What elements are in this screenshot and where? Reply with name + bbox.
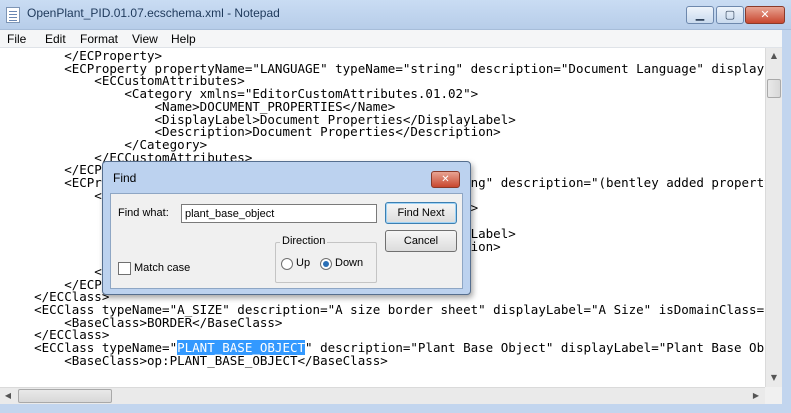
direction-label: Direction [280, 235, 328, 247]
close-button[interactable]: ✕ [745, 6, 785, 24]
direction-up-label[interactable]: Up [296, 257, 310, 269]
scroll-down-arrow-icon[interactable]: ▼ [767, 370, 781, 386]
menu-file[interactable]: File [7, 32, 26, 46]
scroll-up-arrow-icon[interactable]: ▲ [767, 48, 781, 64]
vertical-scroll-thumb[interactable] [767, 79, 781, 98]
minimize-button[interactable]: ▁ [686, 6, 714, 24]
direction-down-radio[interactable] [320, 258, 332, 270]
menu-view[interactable]: View [132, 32, 158, 46]
menu-edit[interactable]: Edit [45, 32, 66, 46]
find-dialog-body: Find what: plant_base_object Find Next C… [110, 193, 463, 289]
direction-down-label[interactable]: Down [335, 257, 363, 269]
title-bar[interactable]: OpenPlant_PID.01.07.ecschema.xml - Notep… [0, 0, 791, 30]
match-case-checkbox[interactable] [118, 262, 131, 275]
menu-help[interactable]: Help [171, 32, 196, 46]
maximize-button[interactable]: ▢ [716, 6, 744, 24]
minimize-icon: ▁ [695, 8, 705, 21]
horizontal-scroll-thumb[interactable] [18, 389, 112, 403]
find-dialog-close-button[interactable]: ✕ [431, 171, 460, 188]
close-icon: ✕ [441, 174, 450, 185]
direction-up-radio[interactable] [281, 258, 293, 270]
window-title: OpenPlant_PID.01.07.ecschema.xml - Notep… [27, 6, 280, 20]
notepad-app-icon[interactable] [6, 7, 20, 23]
menu-format[interactable]: Format [80, 32, 118, 46]
menu-bar: File Edit Format View Help [0, 30, 791, 48]
scroll-left-arrow-icon[interactable]: ◀ [0, 388, 16, 404]
find-what-input[interactable]: plant_base_object [181, 204, 377, 223]
window-border-bottom [0, 404, 791, 413]
window-border-right [782, 30, 791, 413]
find-next-button[interactable]: Find Next [385, 202, 457, 224]
close-icon: ✕ [760, 8, 770, 21]
find-what-label: Find what: [118, 207, 169, 219]
maximize-icon: ▢ [724, 8, 736, 21]
code-line: <BaseClass>op:PLANT_BASE_OBJECT</BaseCla… [4, 352, 388, 368]
horizontal-scrollbar[interactable]: ◀ ▶ [0, 387, 765, 404]
find-dialog: Find ✕ Find what: plant_base_object Find… [102, 161, 471, 295]
match-case-label[interactable]: Match case [134, 262, 190, 274]
scroll-right-arrow-icon[interactable]: ▶ [748, 388, 764, 404]
find-dialog-title: Find [113, 171, 137, 185]
scrollbar-corner [765, 387, 782, 404]
cancel-button[interactable]: Cancel [385, 230, 457, 252]
vertical-scrollbar[interactable]: ▲ ▼ [765, 48, 782, 387]
